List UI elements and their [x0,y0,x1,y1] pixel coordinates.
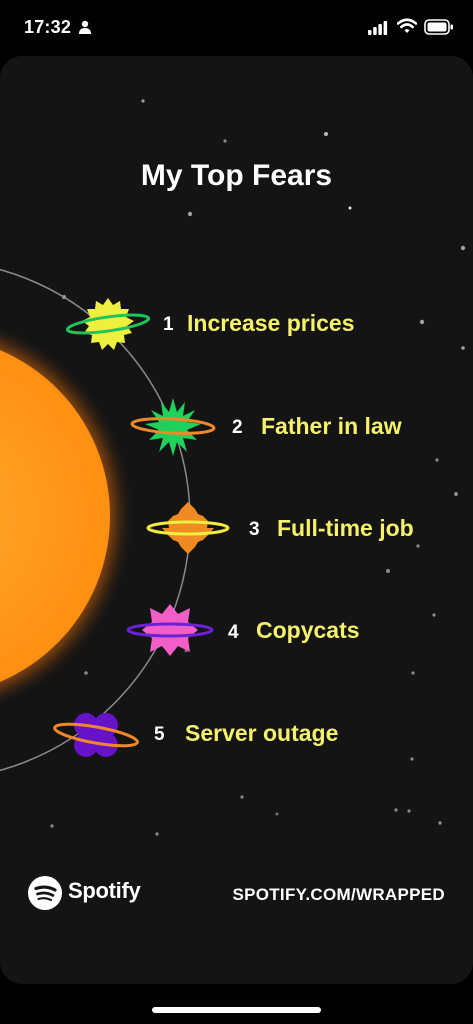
purple-clover-planet [53,713,139,757]
status-time: 17:32 [24,17,72,37]
wrapped-url-link[interactable]: SPOTIFY.COM/WRAPPED [232,885,445,905]
person-icon [79,20,91,34]
fear-rank: 2 [232,417,243,438]
green-burst-planet [130,398,216,456]
orange-diamond-planet [146,502,230,554]
fear-label: Increase prices [187,310,355,336]
wifi-icon [397,18,417,33]
signal-icon [368,21,388,35]
fear-label: Full-time job [277,515,414,541]
home-indicator[interactable] [152,1007,321,1013]
fear-label: Father in law [261,413,402,439]
fear-rank: 5 [154,724,165,745]
battery-icon [424,19,453,35]
pink-star-planet [126,604,214,656]
fear-label: Copycats [256,617,360,643]
yellow-spiky-planet [65,298,151,350]
sun [0,350,110,682]
fear-rank: 4 [228,622,239,643]
spotify-logo-icon[interactable] [28,876,62,910]
fear-rank: 3 [249,519,260,540]
status-bar: 17:32 [0,0,473,56]
wrapped-card: My Top Fears 1 Increase prices 2 Father … [0,56,473,984]
fear-rank: 1 [163,314,174,335]
fear-label: Server outage [185,720,339,746]
page-title: My Top Fears [140,159,333,192]
spotify-brand[interactable]: Spotify [68,878,141,904]
